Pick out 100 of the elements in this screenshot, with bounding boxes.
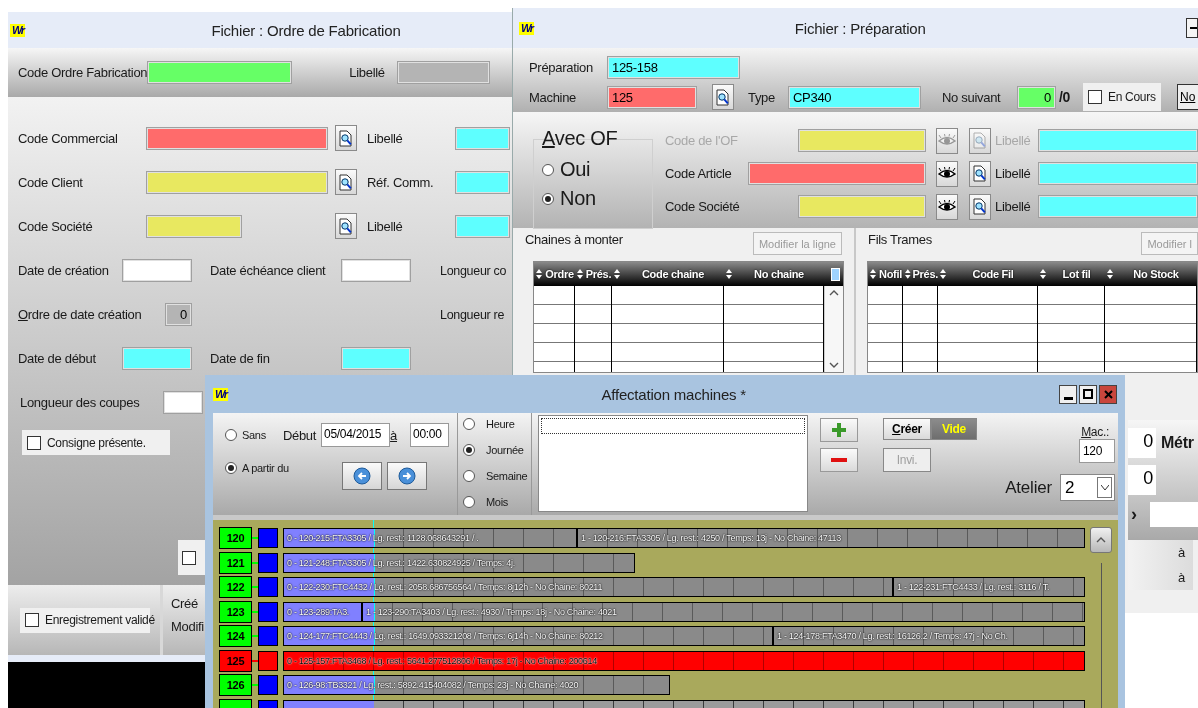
input-field[interactable] bbox=[455, 126, 510, 150]
minimize-icon bbox=[1063, 396, 1073, 400]
input-field[interactable] bbox=[798, 195, 926, 218]
machine-label[interactable]: 121 bbox=[219, 551, 252, 574]
search-button[interactable] bbox=[969, 160, 991, 187]
input-field[interactable] bbox=[1149, 502, 1198, 527]
column-header[interactable]: Nofil bbox=[878, 268, 903, 280]
column-header[interactable]: Ordre bbox=[544, 268, 575, 280]
view-button[interactable] bbox=[936, 193, 958, 220]
column-header[interactable]: Prés. bbox=[585, 268, 612, 280]
checkbox[interactable] bbox=[27, 435, 41, 450]
input-field[interactable] bbox=[122, 346, 192, 370]
checkbox[interactable] bbox=[1088, 90, 1102, 104]
input-field[interactable] bbox=[341, 346, 411, 370]
search-button[interactable] bbox=[969, 193, 991, 220]
search-button[interactable] bbox=[335, 213, 357, 239]
radio-button[interactable] bbox=[542, 192, 554, 205]
previous-button[interactable] bbox=[341, 462, 382, 490]
scrollbar[interactable] bbox=[824, 286, 843, 372]
machine-label[interactable]: 126 bbox=[219, 674, 252, 696]
input-field[interactable]: 0 bbox=[1017, 85, 1056, 109]
input-field[interactable]: 125-158 bbox=[607, 55, 740, 79]
scroll-up-button[interactable] bbox=[1090, 527, 1112, 553]
radio-button[interactable] bbox=[463, 418, 475, 430]
input-field[interactable] bbox=[1038, 195, 1198, 218]
input-field[interactable] bbox=[122, 258, 192, 282]
machine-label[interactable]: 125 bbox=[219, 649, 252, 672]
input-field[interactable] bbox=[146, 126, 328, 150]
machine-label[interactable]: 122 bbox=[219, 576, 252, 598]
checkbox[interactable] bbox=[25, 613, 39, 627]
machine-label[interactable]: 123 bbox=[219, 600, 252, 623]
info-text: Créé bbox=[171, 596, 199, 611]
chevron-label: › bbox=[1131, 504, 1137, 525]
field-label: Date de début bbox=[18, 350, 96, 366]
field-label: Date de création bbox=[18, 262, 109, 278]
column-header[interactable]: Code chaine bbox=[622, 268, 724, 280]
time-field[interactable]: 00:00 bbox=[410, 423, 449, 447]
remove-button[interactable] bbox=[820, 448, 858, 472]
radio-button[interactable] bbox=[463, 496, 475, 508]
view-button[interactable] bbox=[936, 160, 958, 187]
action-button[interactable]: Créer bbox=[883, 418, 931, 440]
total-label: /0 bbox=[1059, 89, 1071, 105]
field-label: Code Ordre Fabrication bbox=[18, 65, 148, 80]
app-logo: Wr bbox=[213, 387, 229, 401]
input-field[interactable] bbox=[455, 170, 510, 194]
radio-button[interactable] bbox=[225, 429, 237, 441]
input-field[interactable] bbox=[163, 390, 203, 414]
input-field[interactable]: 120 bbox=[1079, 439, 1115, 463]
search-button[interactable] bbox=[712, 84, 734, 110]
machine-label[interactable]: 120 bbox=[219, 527, 252, 549]
minimize-button[interactable] bbox=[1059, 384, 1077, 404]
input-field[interactable] bbox=[146, 214, 242, 238]
input-field[interactable] bbox=[1038, 162, 1198, 185]
radio-button[interactable] bbox=[463, 444, 475, 456]
search-button[interactable] bbox=[335, 125, 357, 151]
add-button[interactable] bbox=[820, 418, 858, 442]
input-field[interactable]: 125 bbox=[607, 85, 697, 109]
close-button[interactable] bbox=[1099, 384, 1117, 404]
radio-label: Oui bbox=[560, 158, 591, 181]
eye-icon bbox=[938, 199, 956, 214]
search-icon bbox=[973, 198, 987, 215]
search-button[interactable] bbox=[335, 169, 357, 195]
dropdown[interactable]: 2 bbox=[1060, 474, 1115, 501]
list-box[interactable] bbox=[538, 415, 808, 512]
input-field[interactable]: CP340 bbox=[788, 85, 921, 109]
machine-label[interactable]: 124 bbox=[219, 625, 252, 647]
number-field[interactable]: 0 bbox=[1128, 465, 1156, 495]
next-button[interactable] bbox=[386, 462, 427, 490]
input-field[interactable] bbox=[455, 214, 510, 238]
checkbox[interactable] bbox=[182, 550, 196, 565]
radio-button[interactable] bbox=[225, 462, 237, 474]
number-field[interactable]: 0 bbox=[1128, 428, 1156, 458]
field-label: à bbox=[390, 427, 397, 443]
eye-icon bbox=[938, 133, 956, 148]
maximize-button[interactable] bbox=[1079, 384, 1097, 404]
next-button[interactable]: No bbox=[1177, 84, 1198, 110]
radio-button[interactable] bbox=[463, 470, 475, 482]
column-header[interactable]: Code Fil bbox=[948, 268, 1038, 280]
field-label: Libellé bbox=[995, 199, 1031, 214]
input-field[interactable] bbox=[396, 61, 490, 84]
column-header[interactable]: Lot fil bbox=[1048, 268, 1105, 280]
column-header[interactable]: No chaine bbox=[734, 268, 824, 280]
column-header[interactable]: No Stock bbox=[1115, 268, 1197, 280]
field-label: Code de l'OF bbox=[665, 133, 738, 148]
input-field[interactable] bbox=[146, 170, 328, 194]
input-field[interactable] bbox=[147, 61, 293, 84]
action-button[interactable]: Vide bbox=[931, 418, 977, 440]
column-chooser-icon[interactable] bbox=[831, 267, 840, 281]
arrow-circle-icon bbox=[397, 467, 416, 485]
minimize-button[interactable] bbox=[1186, 18, 1198, 38]
input-field[interactable]: 0 bbox=[165, 302, 192, 326]
input-field[interactable] bbox=[341, 258, 411, 282]
date-field[interactable]: 05/04/2015 bbox=[321, 423, 391, 447]
section-title: Fils Trames bbox=[868, 232, 932, 247]
input-field[interactable] bbox=[748, 162, 926, 185]
arrow-circle-icon bbox=[352, 467, 371, 485]
radio-label: A partir du bbox=[242, 462, 289, 474]
maximize-icon bbox=[1083, 389, 1093, 399]
radio-button[interactable] bbox=[542, 163, 554, 176]
column-header[interactable]: Prés. bbox=[912, 268, 938, 280]
